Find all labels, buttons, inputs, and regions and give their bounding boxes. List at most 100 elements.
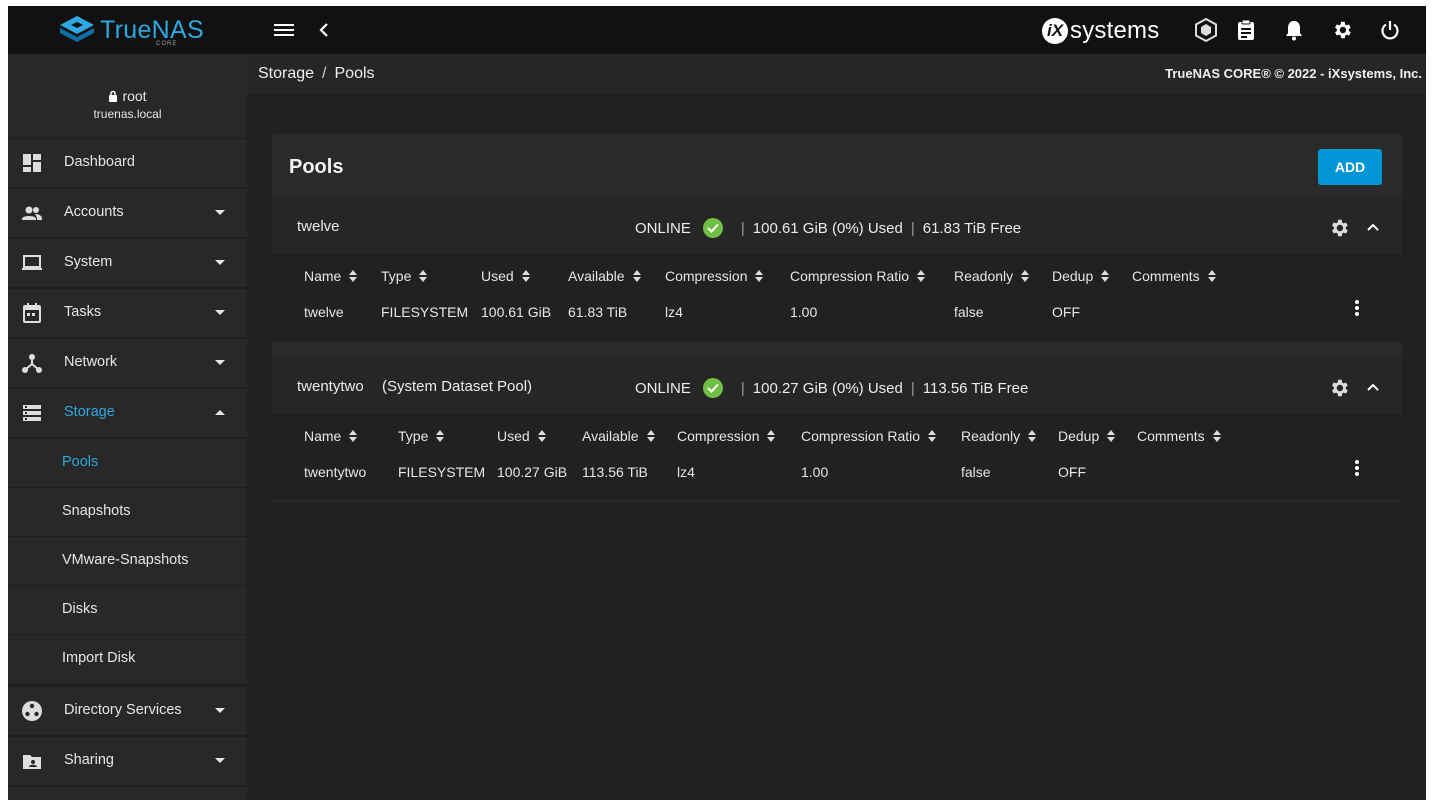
column-header-available[interactable]: Available <box>582 428 655 444</box>
sidebar-item-label: Tasks <box>64 304 102 320</box>
column-header-compression-ratio[interactable]: Compression Ratio <box>801 428 937 444</box>
column-header-name[interactable]: Name <box>304 268 358 284</box>
sidebar-item-system[interactable]: System <box>8 239 247 289</box>
chevron-down-icon <box>215 758 225 763</box>
truenas-logo[interactable]: TrueNAS CORE <box>58 14 208 48</box>
alerts-button[interactable] <box>1282 18 1306 42</box>
column-header-compression-ratio[interactable]: Compression Ratio <box>790 268 926 284</box>
pool-status: ONLINE | 100.61 GiB (0%) Used | 61.83 Ti… <box>635 218 1021 238</box>
sidebar-subitem-import-disk[interactable]: Import Disk <box>8 635 247 687</box>
cell-readonly: false <box>954 304 984 320</box>
breadcrumb: Storage / Pools <box>258 65 375 83</box>
column-header-readonly[interactable]: Readonly <box>961 428 1037 444</box>
truecommand-button[interactable] <box>1194 18 1218 42</box>
add-pool-button[interactable]: ADD <box>1318 149 1382 185</box>
column-header-compression[interactable]: Compression <box>677 428 776 444</box>
cell-name: twelve <box>304 304 344 320</box>
sort-icon <box>419 270 428 282</box>
sidebar-item-label: System <box>64 254 113 270</box>
vendor-name: systems <box>1070 17 1160 44</box>
sidebar-subitem-vmware-snapshots[interactable]: VMware-Snapshots <box>8 537 247 586</box>
collapse-sidebar-button[interactable] <box>312 18 336 42</box>
pool-header: twelve ONLINE | 100.61 GiB (0%) Used | 6… <box>272 198 1402 254</box>
sidebar-item-directory-services[interactable]: Directory Services <box>8 687 247 737</box>
check-circle-icon <box>702 378 723 398</box>
cell-readonly: false <box>961 464 991 480</box>
column-header-comments[interactable]: Comments <box>1137 428 1221 444</box>
chevron-down-icon <box>215 260 225 265</box>
divider: | <box>740 379 745 397</box>
ixsystems-logo[interactable]: iX systems <box>1042 16 1159 46</box>
cell-name: twentytwo <box>304 464 367 480</box>
cell-type: FILESYSTEM <box>398 464 486 480</box>
cell-available: 61.83 TiB <box>568 304 628 320</box>
divider: | <box>910 219 915 237</box>
sidebar-subitem-snapshots[interactable]: Snapshots <box>8 488 247 537</box>
truecommand-icon <box>1195 18 1217 42</box>
sort-icon <box>928 430 937 442</box>
column-header-compression[interactable]: Compression <box>665 268 764 284</box>
cell-dedup: OFF <box>1052 304 1080 320</box>
storage-icon <box>23 405 41 421</box>
ix-mark: iX <box>1042 18 1068 44</box>
column-header-available[interactable]: Available <box>568 268 641 284</box>
cell-used: 100.27 GiB <box>497 464 568 480</box>
check-circle-icon <box>702 218 723 238</box>
cell-compression-ratio: 1.00 <box>790 304 818 320</box>
column-header-dedup[interactable]: Dedup <box>1052 268 1110 284</box>
sidebar-item-storage[interactable]: Storage <box>8 389 247 439</box>
brand-name: TrueNAS <box>100 16 204 44</box>
sort-icon <box>755 270 764 282</box>
directory-icon <box>22 701 42 721</box>
column-header-type[interactable]: Type <box>398 428 445 444</box>
accounts-icon <box>22 206 42 220</box>
sidebar-subitem-pools[interactable]: Pools <box>8 439 247 488</box>
sort-icon <box>537 430 546 442</box>
sidebar-item-sharing[interactable]: Sharing <box>8 737 247 787</box>
pool-settings-gear-icon[interactable] <box>1328 377 1350 399</box>
sidebar-item-label: Network <box>64 354 118 370</box>
pool-status-text: ONLINE <box>635 219 691 237</box>
pool-free: 61.83 TiB Free <box>922 219 1022 237</box>
breadcrumb-storage[interactable]: Storage <box>258 65 314 82</box>
sidebar-subitem-label: Import Disk <box>62 650 136 666</box>
column-header-comments[interactable]: Comments <box>1132 268 1216 284</box>
breadcrumb-separator: / <box>322 65 327 82</box>
divider: | <box>740 219 745 237</box>
column-header-readonly[interactable]: Readonly <box>954 268 1030 284</box>
sort-icon <box>349 270 358 282</box>
sort-icon <box>1107 430 1116 442</box>
sidebar-item-network[interactable]: Network <box>8 339 247 389</box>
more-vert-icon[interactable] <box>1347 298 1367 318</box>
menu-toggle-button[interactable] <box>272 18 296 42</box>
sidebar-item-dashboard[interactable]: Dashboard <box>8 139 247 189</box>
sidebar-subitem-disks[interactable]: Disks <box>8 586 247 635</box>
cell-used: 100.61 GiB <box>481 304 552 320</box>
more-vert-icon[interactable] <box>1347 458 1367 478</box>
column-header-type[interactable]: Type <box>381 268 428 284</box>
cell-compression-ratio: 1.00 <box>801 464 829 480</box>
power-icon <box>1381 21 1399 40</box>
hostname: truenas.local <box>93 107 162 121</box>
chevron-up-icon[interactable] <box>1365 379 1381 395</box>
power-button[interactable] <box>1378 18 1402 42</box>
sidebar-item-accounts[interactable]: Accounts <box>8 189 247 239</box>
chevron-up-icon[interactable] <box>1365 219 1381 235</box>
sidebar-item-tasks[interactable]: Tasks <box>8 289 247 339</box>
column-header-name[interactable]: Name <box>304 428 358 444</box>
pool-status-text: ONLINE <box>635 379 691 397</box>
column-header-used[interactable]: Used <box>497 428 546 444</box>
pool-used: 100.61 GiB (0%) Used <box>752 219 903 237</box>
chevron-up-icon <box>215 410 225 415</box>
settings-button[interactable] <box>1330 18 1354 42</box>
hamburger-icon <box>274 24 294 36</box>
pool-settings-gear-icon[interactable] <box>1328 217 1350 239</box>
cell-type: FILESYSTEM <box>381 304 469 320</box>
pool-free: 113.56 TiB Free <box>922 379 1029 397</box>
column-header-used[interactable]: Used <box>481 268 530 284</box>
user-info: root truenas.local <box>8 54 247 139</box>
tasks-button[interactable] <box>1234 18 1258 42</box>
column-header-dedup[interactable]: Dedup <box>1058 428 1116 444</box>
sidebar-subitem-label: Pools <box>62 454 99 470</box>
sort-icon <box>1207 270 1216 282</box>
